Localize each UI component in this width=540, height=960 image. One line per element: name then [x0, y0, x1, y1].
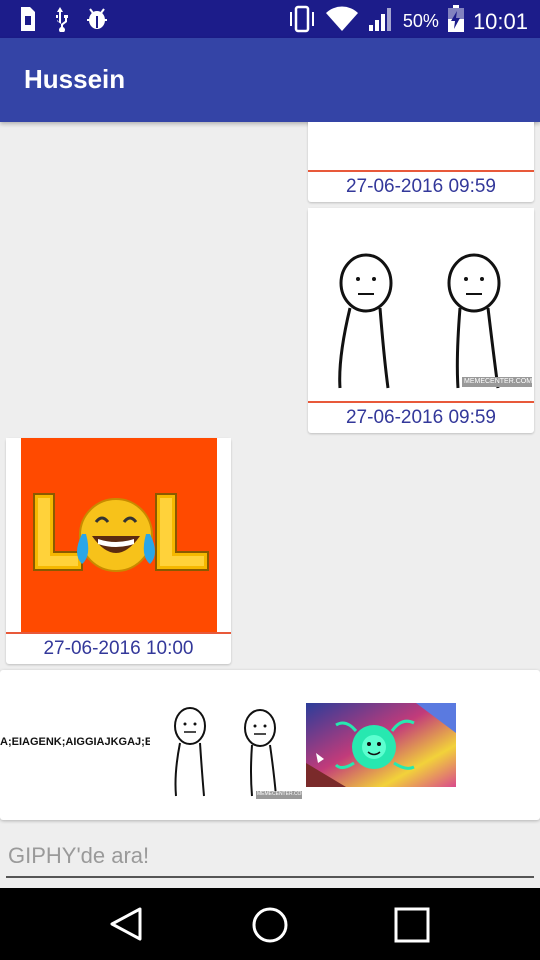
message-timestamp: 27-06-2016 09:59: [308, 170, 534, 202]
stick-figures-image: [308, 208, 534, 401]
colorful-creature-gif: [306, 703, 456, 787]
message-image[interactable]: [308, 122, 534, 170]
gif-result-item[interactable]: A;EIAGENK;AIGGIAJKGAJ;EOA: [0, 670, 150, 820]
meme-watermark: MEMECENTER.COM: [464, 378, 533, 385]
gif-text: A;EIAGENK;AIGGIAJKGAJ;EOA: [0, 736, 150, 748]
android-debug-icon: [84, 6, 110, 37]
message-timestamp: 27-06-2016 09:59: [308, 401, 534, 433]
gif-results-strip[interactable]: A;EIAGENK;AIGGIAJKGAJ;EOA MEMECENTER.COM: [0, 670, 540, 820]
gif-watermark: MEMECENTER.COM: [257, 791, 306, 797]
status-bar: 50% 10:01: [0, 0, 540, 38]
clock: 10:01: [472, 8, 528, 34]
gif-result-item[interactable]: [306, 703, 456, 787]
sim-card-icon: [18, 6, 36, 37]
signal-icon: [367, 5, 395, 38]
back-icon[interactable]: [108, 906, 144, 947]
message-bubble[interactable]: 27-06-2016 10:00: [6, 438, 231, 664]
battery-percent: 50%: [402, 11, 439, 31]
navigation-bar: [0, 888, 540, 960]
chat-message-list[interactable]: 27-06-2016 09:59 MEMECENTER.COM 27-06-20…: [0, 122, 540, 667]
message-timestamp: 27-06-2016 10:00: [6, 632, 231, 664]
giphy-search-input[interactable]: [6, 836, 538, 876]
wifi-icon: [325, 5, 359, 38]
message-image[interactable]: [6, 438, 231, 632]
page-title: Hussein: [24, 64, 126, 94]
app-bar: Hussein: [0, 38, 540, 122]
battery-charging-icon: [447, 5, 465, 38]
recents-icon[interactable]: [394, 907, 430, 948]
message-bubble[interactable]: 27-06-2016 09:59: [308, 122, 534, 202]
message-bubble[interactable]: MEMECENTER.COM 27-06-2016 09:59: [308, 208, 534, 433]
home-icon[interactable]: [251, 906, 289, 949]
lol-emoji-image: [6, 438, 231, 632]
stick-figures-gif: [152, 688, 304, 802]
vibrate-icon: [287, 5, 317, 38]
gif-result-item[interactable]: MEMECENTER.COM: [152, 688, 306, 802]
giphy-search-field[interactable]: [6, 836, 538, 878]
message-image[interactable]: MEMECENTER.COM: [308, 208, 534, 401]
usb-icon: [50, 6, 70, 37]
